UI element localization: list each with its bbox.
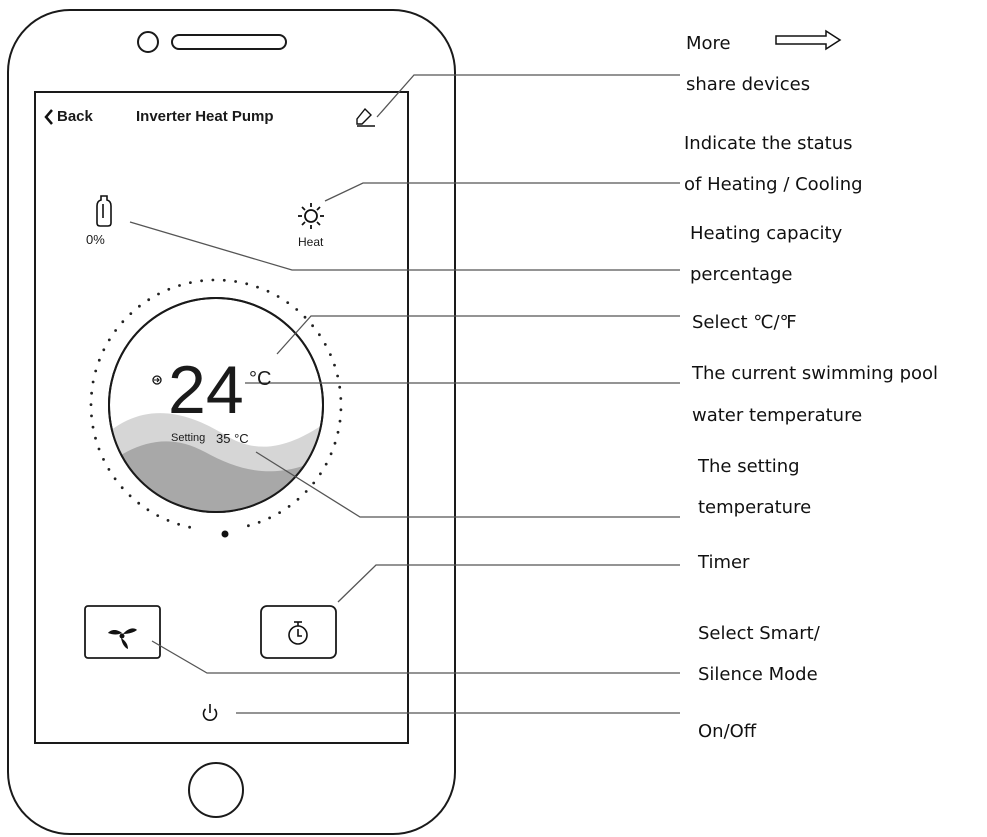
dial-dot xyxy=(156,514,160,517)
dial-dot xyxy=(189,281,192,284)
dial-dot xyxy=(114,329,117,332)
annotation-capacity-1: Heating capacity xyxy=(690,223,843,244)
annotation-status-2: of Heating / Cooling xyxy=(684,174,863,195)
dial-dot xyxy=(319,472,322,476)
back-label[interactable]: Back xyxy=(57,108,93,125)
annotation-current-2: water temperature xyxy=(692,405,863,426)
dial-dot xyxy=(102,458,105,461)
dial-dot xyxy=(200,279,204,283)
dial-pointer[interactable] xyxy=(221,530,229,538)
dial-dot xyxy=(336,430,340,434)
dial-dot xyxy=(167,287,171,291)
dial-dot xyxy=(91,425,95,429)
screen-title: Inverter Heat Pump xyxy=(136,108,274,125)
setting-value[interactable]: 35 °C xyxy=(216,431,249,446)
dial-dot xyxy=(323,343,327,346)
dial-dot xyxy=(338,419,342,423)
dial-dot xyxy=(113,477,117,481)
dial-dot xyxy=(329,353,332,356)
dial-dot xyxy=(94,369,98,373)
dial-dot xyxy=(296,497,300,501)
setting-label: Setting xyxy=(171,432,206,444)
diagram-stage: Back Inverter Heat Pump 0% Heat 24 °C Se… xyxy=(0,0,987,837)
temp-unit[interactable]: °C xyxy=(249,368,271,391)
dial-dot xyxy=(121,320,125,324)
dial-dot xyxy=(211,278,215,282)
dial-dot xyxy=(339,408,343,412)
annotation-onoff: On/Off xyxy=(698,721,757,742)
annotation-setting-2: temperature xyxy=(698,497,812,518)
dial-dot xyxy=(245,282,249,286)
dial-dot xyxy=(107,468,111,471)
dial-dot xyxy=(286,301,290,304)
dial-dot xyxy=(329,452,333,456)
dial-dot xyxy=(90,391,93,395)
dial-dot xyxy=(278,511,281,514)
dial-dot xyxy=(138,304,141,308)
dial-dot xyxy=(234,280,238,283)
dial-dot xyxy=(222,278,226,282)
dial-dot xyxy=(188,525,192,529)
dial-dot xyxy=(107,338,111,342)
dial-dot xyxy=(311,324,314,328)
front-camera xyxy=(137,31,159,53)
dial-dot xyxy=(247,524,250,528)
dial-dot xyxy=(339,397,343,400)
dial-dot xyxy=(336,374,339,378)
dial-dot xyxy=(312,481,316,485)
dial-dot xyxy=(256,285,259,289)
dial-dot xyxy=(128,494,132,498)
dial-dot xyxy=(177,522,181,526)
dial-dot xyxy=(137,501,141,505)
dial-dot xyxy=(266,289,270,293)
dial-dot xyxy=(178,284,181,287)
dial-dot xyxy=(120,486,124,490)
annotation-more: More xyxy=(686,33,731,54)
annotation-status-1: Indicate the status xyxy=(684,133,853,154)
fan-mode-button[interactable] xyxy=(84,605,161,659)
dial-dot xyxy=(295,308,299,311)
dial-dot xyxy=(89,403,93,406)
annotation-mode-1: Select Smart/ xyxy=(698,623,820,644)
dial-dot xyxy=(91,380,95,384)
dial-dot xyxy=(304,490,308,493)
dial-dot xyxy=(146,508,150,512)
annotation-setting-1: The setting xyxy=(698,456,800,477)
dial-dot xyxy=(129,312,133,315)
dial-dot xyxy=(268,516,271,520)
dial-dot xyxy=(303,315,307,319)
annotation-unit: Select ℃/℉ xyxy=(692,312,797,333)
speaker-grille xyxy=(171,34,287,50)
mode-label: Heat xyxy=(298,235,324,249)
annotation-capacity-2: percentage xyxy=(690,264,793,285)
annotation-timer: Timer xyxy=(698,552,750,573)
more-arrow-icon xyxy=(775,29,842,51)
dial-dot xyxy=(333,363,336,367)
home-button[interactable] xyxy=(188,762,244,818)
dial-dot xyxy=(102,348,106,352)
dial-dot xyxy=(97,358,101,362)
dial-dot xyxy=(276,295,280,298)
annotation-current-1: The current swimming pool xyxy=(692,363,939,384)
dial-dot xyxy=(338,385,342,389)
dial-dot xyxy=(287,505,291,508)
annotation-share: share devices xyxy=(686,74,811,95)
dial-dot xyxy=(90,414,93,418)
annotation-mode-2: Silence Mode xyxy=(698,664,818,685)
dial-dot xyxy=(324,462,328,466)
dial-dot xyxy=(157,292,160,296)
dial-dot xyxy=(333,441,337,445)
dial-dot xyxy=(94,436,97,440)
dial-dot xyxy=(166,519,170,522)
dial-dot xyxy=(257,520,261,524)
current-temp: 24 xyxy=(168,352,244,428)
dial-dot xyxy=(318,333,321,337)
dial-dot xyxy=(147,298,151,302)
dial-dot xyxy=(97,447,101,451)
capacity-value: 0% xyxy=(86,232,105,247)
